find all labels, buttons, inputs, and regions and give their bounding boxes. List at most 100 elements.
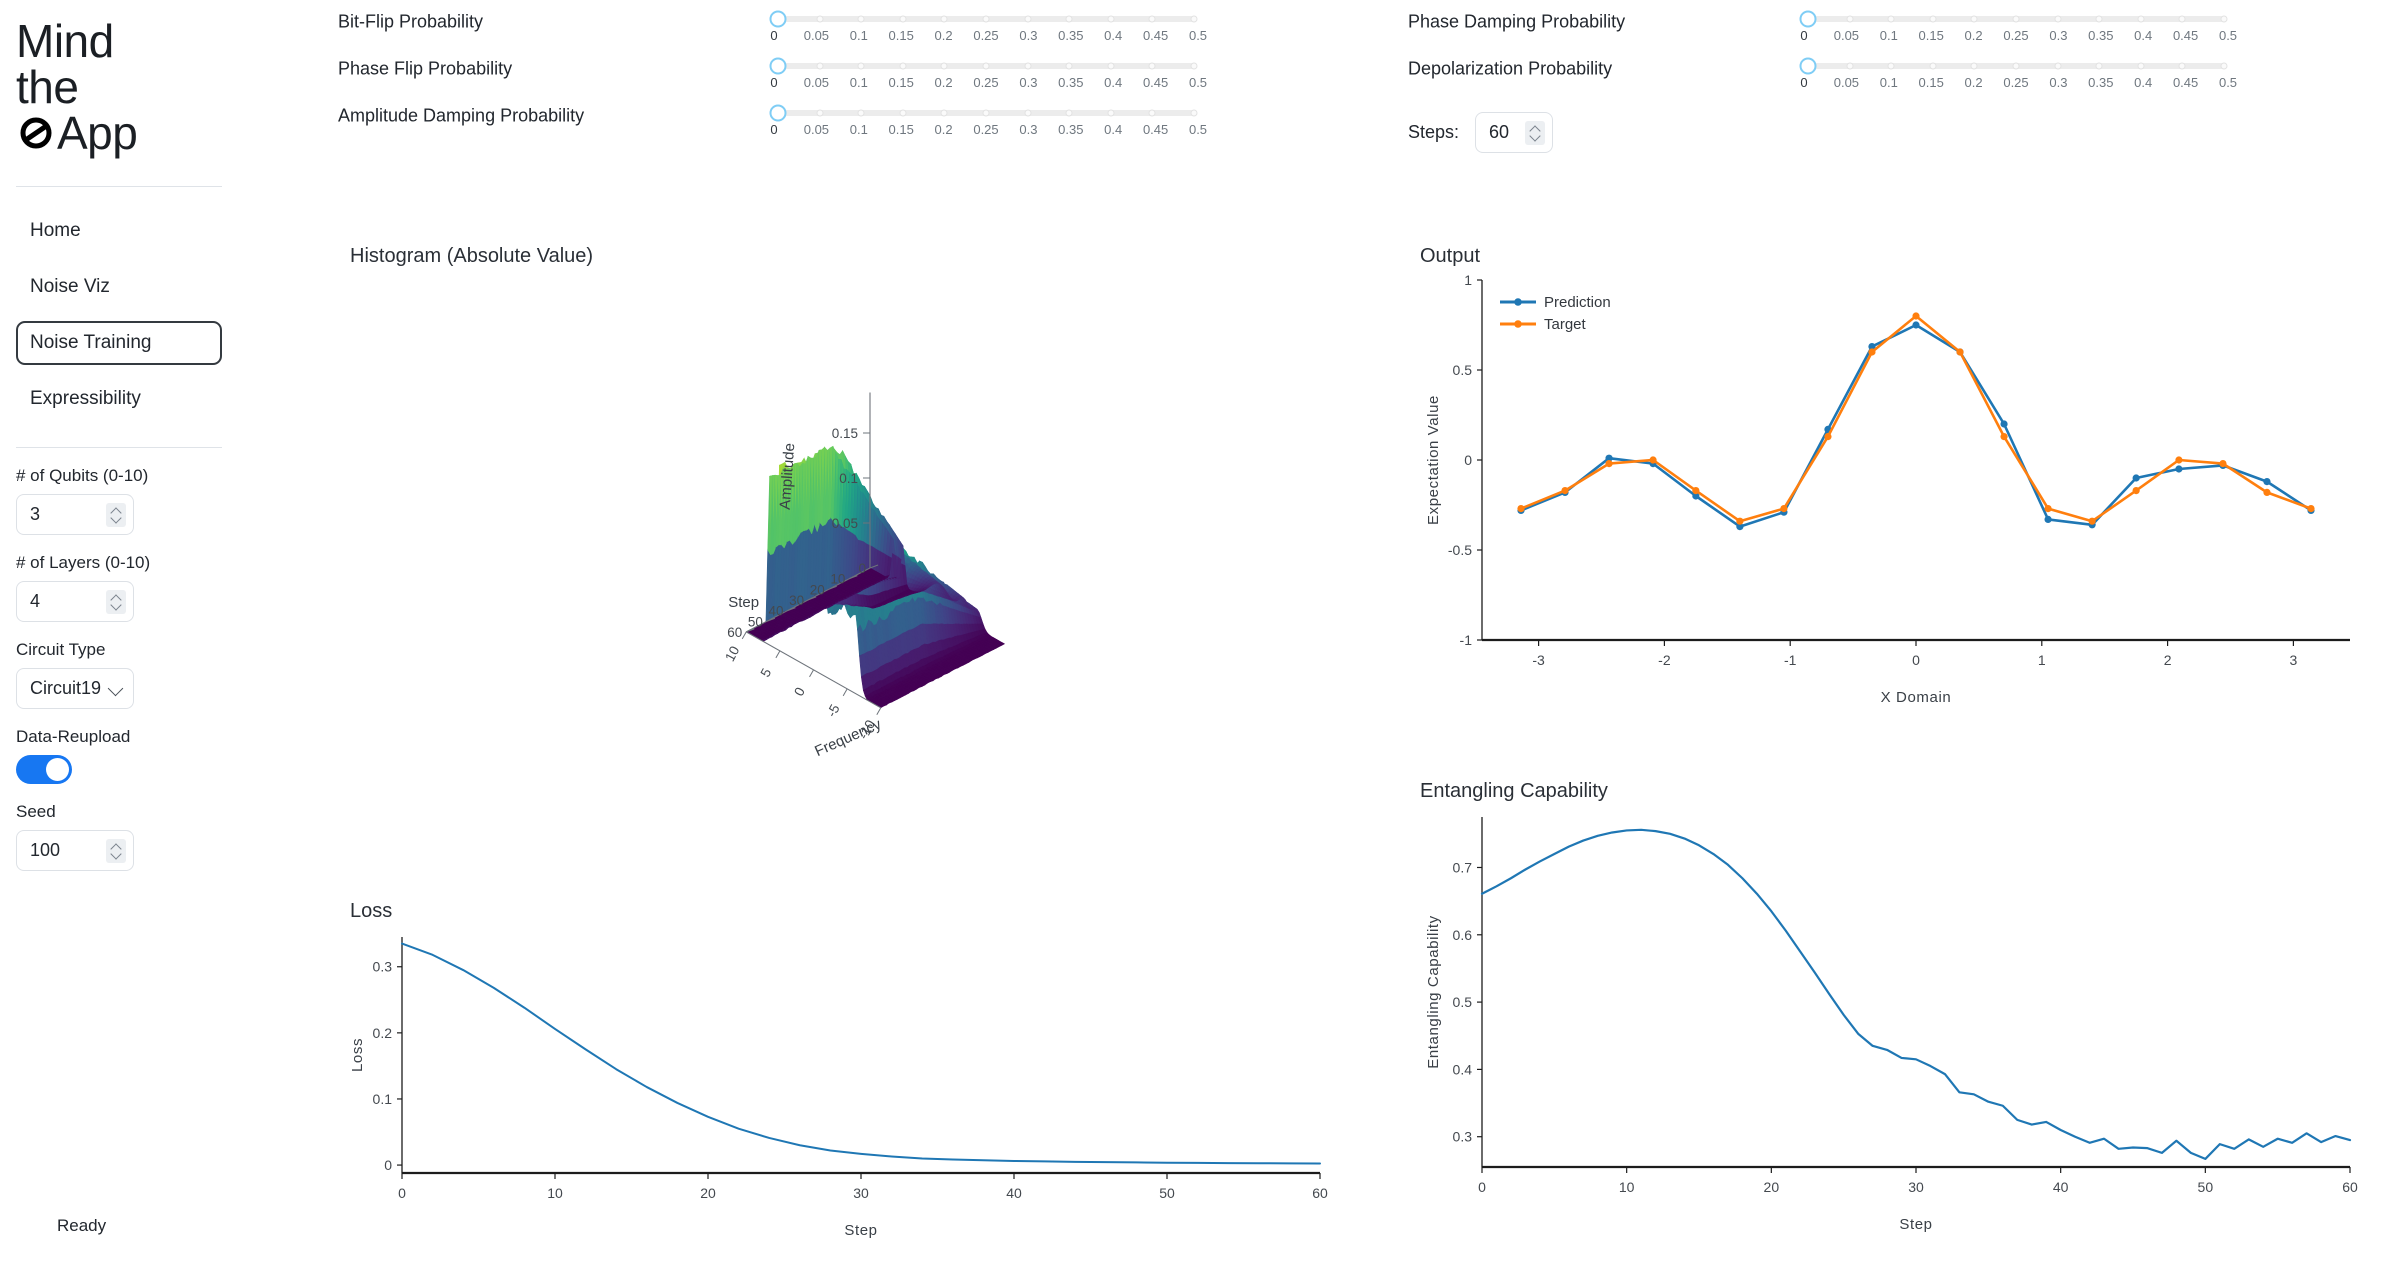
x-tick-label: 0 [1478,1179,1486,1195]
sidebar-item-noise-viz[interactable]: Noise Viz [16,265,222,309]
slider-tick [857,109,865,117]
data-reupload-toggle[interactable] [16,755,72,784]
circuit-type-value: Circuit19 [30,678,102,698]
slider-tick-label: 0.4 [2134,75,2153,90]
z-tick-label: 0.15 [832,426,858,441]
sidebar-item-noise-viz-label: Noise Viz [30,276,110,297]
sidebar-item-home-label: Home [30,220,81,241]
x-tick-label: 40 [2053,1179,2069,1195]
slider-tick-label: 0.15 [888,75,914,90]
steps-stepper[interactable]: 60 [1475,112,1554,153]
slider-tick-label: 0.25 [973,28,999,43]
data-point [2263,478,2271,486]
slider-tick-label: 0.1 [849,75,868,90]
phase-damping-slider[interactable]: 0 0.05 0.1 0.15 0.2 0.25 0.3 0.35 0.4 0.45 0.5 [1799,10,2237,48]
phase-damping-slider-track[interactable] [1799,10,2228,28]
slider-tick-label: 0.4 [1104,75,1123,90]
x-tick [741,631,747,640]
x-tick-label: 2 [2164,652,2172,668]
slider-tick-label: 0.45 [2172,28,2199,43]
slider-tick [2095,62,2103,70]
slider-tick [2054,15,2062,23]
slider-tick-label: 0.2 [934,122,953,137]
steps-spinner-buttons[interactable] [1525,120,1546,145]
slider-tick-label: 0.5 [1188,122,1208,137]
slider-tick [816,109,824,117]
depolarization-slider[interactable]: 0 0.05 0.1 0.15 0.2 0.25 0.3 0.35 0.4 0.45 0.5 [1799,57,2237,95]
output-line-svg[interactable]: 1 0.5 0 -0.5 -1 -3 -2 -1 0 1 2 3 X Domain Expectation… [1420,268,2360,718]
data-point [1736,517,1744,525]
slider-handle[interactable] [769,104,787,122]
output-plot[interactable]: 1 0.5 0 -0.5 -1 -3 -2 -1 0 1 2 3 X Domain Expectation… [1420,268,2360,748]
qubits-spinner-buttons[interactable] [106,502,126,527]
chevron-down-icon [112,516,121,521]
brand-line-1: Mind [16,15,114,67]
x-tick-label: 3 [2289,652,2297,668]
seed-label: Seed [16,802,56,821]
phase-damping-label: Phase Damping Probability [1408,11,1626,32]
x-axis-title: Step [1899,1216,1932,1233]
slider-tick [1929,62,1937,70]
sidebar-divider-top [16,186,222,187]
slider-tick-label: 0.15 [1918,75,1944,90]
x-tick-label: 1 [2038,652,2046,668]
layers-stepper[interactable]: 4 [16,581,134,622]
y-tick-label: 30 [789,593,804,608]
slider-tick [1065,15,1073,23]
slider-tick-label: 0.05 [803,75,830,90]
entangling-line-svg[interactable]: 0.3 0.4 0.5 0.6 0.7 0 10 20 30 40 50 60 Step Entangli… [1420,803,2360,1243]
bit-flip-slider-track[interactable] [769,10,1198,28]
slider-handle[interactable] [769,57,787,75]
circuit-type-select[interactable]: Circuit19 [16,668,134,709]
slider-handle[interactable] [769,10,787,28]
phase-flip-slider-track[interactable] [769,57,1198,75]
y-tick-label: 10 [830,572,845,587]
slider-handle[interactable] [1799,57,1817,75]
depolarization-slider-track[interactable] [1799,57,2228,75]
slider-tick [2220,15,2228,23]
bit-flip-slider[interactable]: 0 0.05 0.1 0.15 0.2 0.25 0.3 0.35 0.4 0.45 0.5 [769,10,1207,48]
sidebar-item-noise-training[interactable]: Noise Training [16,321,222,365]
slider-tick [1970,62,1978,70]
slider-tick-label: 0.25 [2003,75,2029,90]
loss-panel: Loss 0 0.1 0.2 0.3 0 10 20 30 40 50 60 Step Loss [349,900,1330,1250]
seed-spinner-buttons[interactable] [106,838,126,863]
y-tick-label: 50 [748,614,763,629]
data-point [1605,460,1613,468]
slider-tick [1887,62,1895,70]
y-tick-label: 0.3 [1453,1129,1473,1145]
slider-tick [1846,15,1854,23]
loss-line-svg[interactable]: 0 0.1 0.2 0.3 0 10 20 30 40 50 60 Step Loss [349,923,1330,1243]
y-axis-title: Step [728,594,759,611]
layers-spinner-buttons[interactable] [106,589,126,614]
seed-field-group: Seed 100 [16,802,222,871]
phase-flip-slider[interactable]: 0 0.05 0.1 0.15 0.2 0.25 0.3 0.35 0.4 0.45 0.5 [769,57,1207,95]
seed-stepper[interactable]: 100 [16,830,134,871]
slider-tick-label: 0.4 [1104,122,1123,137]
x-tick-label: 10 [722,644,742,664]
x-tick-label: 60 [2342,1179,2358,1195]
slider-tick-label: 0.35 [1058,75,1084,90]
slider-handle[interactable] [1799,10,1817,28]
histogram-surface-svg[interactable]: 0.050.10.15Amplitude0102030405060Step105… [350,268,1330,760]
amplitude-damping-slider[interactable]: 0 0.05 0.1 0.15 0.2 0.25 0.3 0.35 0.4 0.45 0.5 [769,104,1207,142]
y-tick-label: 60 [727,625,742,640]
amplitude-damping-slider-track[interactable] [769,104,1198,122]
chevron-down-icon [112,603,121,608]
x-tick-label: 60 [1312,1185,1328,1201]
histogram-plot[interactable]: 0.05 0.1 0.15 Amplitude 0 10 20 30 40 50 60 Step 10 5… [350,268,1330,760]
sidebar-item-expressibility[interactable]: Expressibility [16,377,222,421]
slider-tick-label: 0.5 [1188,75,1208,90]
slider-tick-label: 0.1 [849,28,868,43]
x-tick-label: -5 [824,702,843,720]
loss-plot[interactable]: 0 0.1 0.2 0.3 0 10 20 30 40 50 60 Step Loss [349,923,1330,1273]
slider-tick [857,15,865,23]
x-tick-label: -2 [1658,652,1671,668]
entangling-plot[interactable]: 0.3 0.4 0.5 0.6 0.7 0 10 20 30 40 50 60 Step Entangli… [1420,803,2360,1273]
qubits-stepper[interactable]: 3 [16,494,134,535]
slider-tick [2178,15,2186,23]
slider-row-phase-flip: Phase Flip Probability 0 0.05 0.1 0.15 0.2 0.… [338,47,1338,94]
sidebar-item-home[interactable]: Home [16,209,222,253]
slider-tick [940,15,948,23]
slider-tick-label: 0.4 [1104,28,1123,43]
